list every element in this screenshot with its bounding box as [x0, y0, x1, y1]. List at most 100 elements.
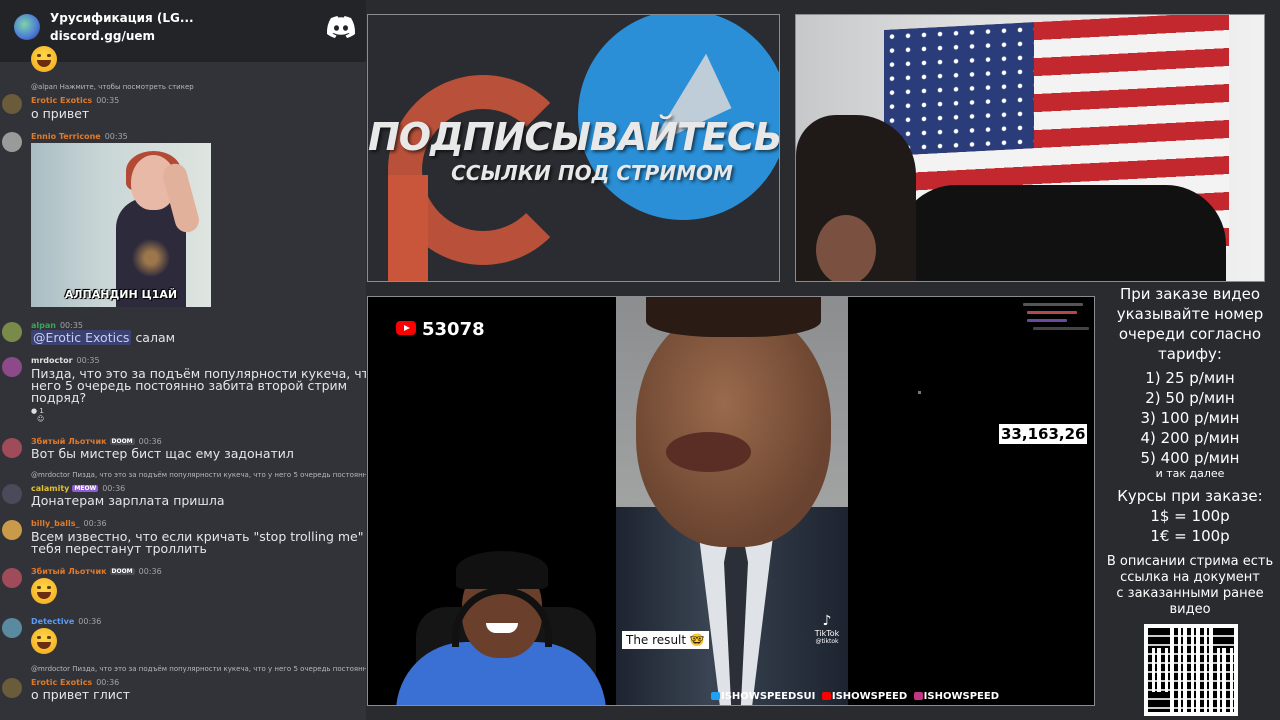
username-text[interactable]: Erotic Exotics: [31, 678, 92, 687]
username[interactable]: Erotic Exotics 00:35: [31, 96, 119, 105]
username[interactable]: billy_balls_ 00:36: [31, 519, 107, 528]
server-name[interactable]: Урусификация (LG...: [50, 11, 194, 25]
timestamp: 00:36: [102, 484, 126, 493]
avatar[interactable]: [2, 520, 22, 540]
reaction-emoji-icon: ●: [31, 407, 38, 415]
avatar[interactable]: [2, 618, 22, 638]
chat-message[interactable]: @alpan Нажмите, чтобы посмотреть стикер …: [0, 82, 366, 122]
main-video-player[interactable]: 53078 ♪ TikTok @tiktok The result 🤓 33,1…: [367, 296, 1095, 706]
streamer-body: [896, 185, 1226, 281]
username[interactable]: Detective 00:36: [31, 617, 101, 626]
info-heading-line: тарифу:: [1158, 345, 1222, 363]
rate-item: 1€ = 100р: [1150, 527, 1230, 545]
laughing-emoji-icon: [31, 628, 57, 654]
role-badge: MEOW: [72, 485, 99, 492]
video-caption-label: The result 🤓: [622, 631, 709, 649]
username-text[interactable]: billy_balls_: [31, 519, 80, 528]
chat-message[interactable]: billy_balls_ 00:36 Всем известно, что есл…: [0, 518, 366, 558]
username-text[interactable]: Erotic Exotics: [31, 96, 92, 105]
patreon-logo-bar: [388, 175, 428, 281]
youtube-icon: [396, 321, 416, 335]
rate-item: 1$ = 100р: [1150, 507, 1230, 525]
reply-preview[interactable]: @mrdoctor Пизда, что это за подъём попул…: [31, 665, 366, 673]
mini-chat-line: [1033, 327, 1089, 330]
message-text-line: тебя перестанут троллить: [31, 541, 207, 556]
username[interactable]: Збитый Льотчик DOOM 00:36: [31, 567, 162, 576]
server-invite-link[interactable]: discord.gg/uem: [50, 29, 155, 43]
username[interactable]: Збитый Льотчик DOOM 00:36: [31, 437, 162, 446]
reaction-chip[interactable]: ● 1 ☺: [31, 407, 59, 423]
username-text[interactable]: Збитый Льотчик: [31, 437, 107, 446]
info-note-line: В описании стрима есть: [1106, 554, 1274, 569]
timestamp: 00:36: [138, 567, 162, 576]
reaction-cam: [396, 547, 606, 705]
username[interactable]: mrdoctor 00:35: [31, 356, 100, 365]
username[interactable]: calamity MEOW 00:36: [31, 484, 125, 493]
sticker-image[interactable]: АЛПАНДИН Ц1АЙ: [31, 143, 211, 307]
chat-message[interactable]: Detective 00:36: [0, 616, 366, 656]
username-text[interactable]: Ennio Terricone: [31, 132, 101, 141]
mouse-cursor-icon: [918, 391, 921, 394]
social-handles: ISHOWSPEEDSUI ISHOWSPEED ISHOWSPEED: [708, 691, 999, 702]
info-heading-line: При заказе видео: [1119, 285, 1261, 303]
message-text: @Erotic Exotics салам: [31, 330, 176, 345]
username-text[interactable]: Збитый Льотчик: [31, 567, 107, 576]
avatar[interactable]: [2, 94, 22, 114]
reply-preview[interactable]: @mrdoctor Пизда, что это за подъём попул…: [31, 471, 366, 479]
reaction-count: 1: [39, 407, 44, 415]
avatar[interactable]: [2, 484, 22, 504]
username-text[interactable]: Detective: [31, 617, 74, 626]
username[interactable]: Erotic Exotics 00:36: [31, 678, 119, 687]
reactor-smile: [486, 623, 518, 633]
chat-message[interactable]: Збитый Льотчик DOOM 00:36 Вот бы мистер би…: [0, 436, 366, 464]
username-text[interactable]: calamity: [31, 484, 69, 493]
avatar[interactable]: [2, 357, 22, 377]
chat-message[interactable]: alpan 00:35 @Erotic Exotics салам: [0, 320, 366, 348]
reactor-hair: [456, 551, 548, 589]
timestamp: 00:36: [96, 678, 120, 687]
role-badge: DOOM: [109, 568, 135, 575]
avatar[interactable]: [2, 322, 22, 342]
sticker-caption: АЛПАНДИН Ц1АЙ: [64, 288, 178, 301]
timestamp: 00:36: [83, 519, 107, 528]
timestamp: 00:36: [78, 617, 102, 626]
username[interactable]: alpan 00:35: [31, 321, 83, 330]
discord-chat-panel: Урусификация (LG... discord.gg/uem @alpa…: [0, 0, 366, 720]
server-icon[interactable]: [14, 14, 40, 40]
timestamp: 00:35: [104, 132, 128, 141]
tariff-item: 5) 400 р/мин: [1140, 449, 1240, 467]
chat-message[interactable]: Збитый Льотчик DOOM 00:36: [0, 566, 366, 606]
username[interactable]: Ennio Terricone 00:35: [31, 132, 128, 141]
timestamp: 00:35: [59, 321, 84, 330]
message-text-body: салам: [135, 330, 176, 345]
video-lips: [666, 432, 751, 472]
avatar[interactable]: [2, 438, 22, 458]
tiktok-handle: @tiktok: [815, 638, 839, 645]
add-reaction-icon[interactable]: ☺: [37, 415, 44, 423]
avatar[interactable]: [2, 678, 22, 698]
tariff-item: 4) 200 р/мин: [1140, 429, 1240, 447]
youtube-icon: [821, 692, 831, 700]
tariff-item: 2) 50 р/мин: [1145, 389, 1235, 407]
instagram-icon: [913, 692, 923, 700]
info-note-line: ссылка на документ: [1120, 570, 1260, 585]
reply-preview[interactable]: @alpan Нажмите, чтобы посмотреть стикер: [31, 83, 194, 91]
order-info-panel: При заказе видео указывайте номер очеред…: [1100, 284, 1280, 720]
discord-logo-icon: [326, 16, 356, 38]
timestamp: 00:35: [76, 356, 100, 365]
info-note-line: с заказанными ранее: [1116, 586, 1264, 601]
user-mention[interactable]: @Erotic Exotics: [31, 330, 132, 345]
avatar[interactable]: [2, 568, 22, 588]
message-text: о привет: [31, 106, 90, 121]
info-heading-line: указывайте номер: [1116, 305, 1264, 323]
username-text[interactable]: mrdoctor: [31, 356, 73, 365]
avatar[interactable]: [2, 132, 22, 152]
chat-message[interactable]: mrdoctor 00:35 Пизда, что это за подъём п…: [0, 355, 366, 423]
message-text: Вот бы мистер бист щас ему задонатил: [31, 446, 294, 461]
qr-code-mask: [1148, 628, 1234, 712]
username-text[interactable]: alpan: [31, 321, 56, 330]
tiktok-icon: ♪: [822, 613, 832, 629]
mini-chat-line: [1027, 319, 1067, 322]
chat-message[interactable]: @mrdoctor Пизда, что это за подъём попул…: [0, 664, 366, 706]
chat-message[interactable]: @mrdoctor Пизда, что это за подъём попул…: [0, 470, 366, 510]
